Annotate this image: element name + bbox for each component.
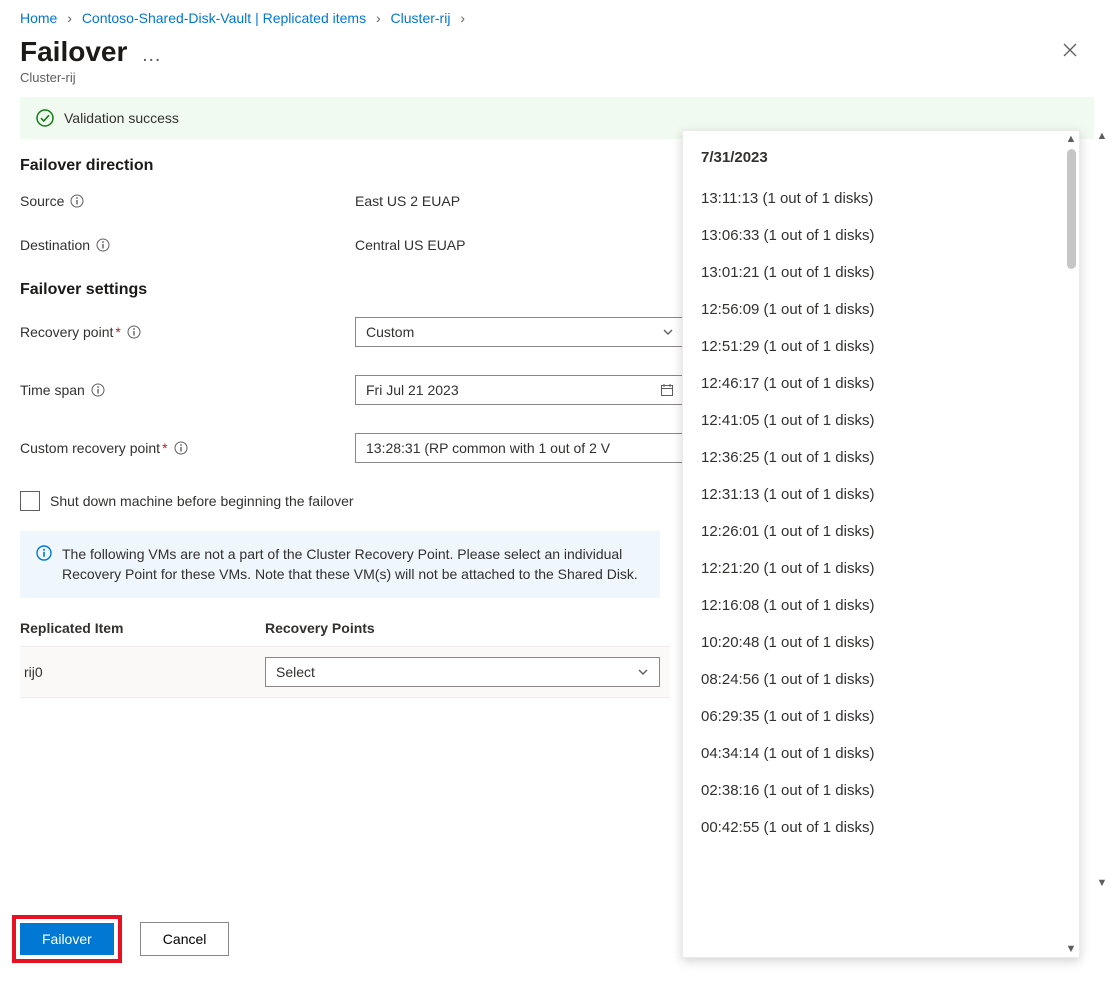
- breadcrumb-sep: ›: [376, 10, 381, 26]
- dropdown-item[interactable]: 00:42:55 (1 out of 1 disks): [701, 809, 1073, 846]
- info-icon[interactable]: [96, 238, 110, 252]
- dropdown-item[interactable]: 12:31:13 (1 out of 1 disks): [701, 476, 1073, 513]
- time-span-label: Time span: [20, 382, 85, 398]
- chevron-down-icon: [662, 326, 674, 338]
- close-button[interactable]: [1052, 36, 1088, 64]
- failover-button[interactable]: Failover: [20, 923, 114, 955]
- dropdown-item[interactable]: 04:34:14 (1 out of 1 disks): [701, 735, 1073, 772]
- scroll-down-icon[interactable]: ▼: [1066, 943, 1077, 955]
- dropdown-item[interactable]: 12:36:25 (1 out of 1 disks): [701, 439, 1073, 476]
- dropdown-item[interactable]: 10:20:48 (1 out of 1 disks): [701, 624, 1073, 661]
- info-icon[interactable]: [91, 383, 105, 397]
- custom-recovery-point-value: 13:28:31 (RP common with 1 out of 2 V: [366, 440, 610, 456]
- breadcrumb-home[interactable]: Home: [20, 10, 57, 26]
- dropdown-item[interactable]: 12:41:05 (1 out of 1 disks): [701, 402, 1073, 439]
- dropdown-list: 13:11:13 (1 out of 1 disks) 13:06:33 (1 …: [683, 180, 1079, 846]
- dropdown-item[interactable]: 06:29:35 (1 out of 1 disks): [701, 698, 1073, 735]
- dropdown-item[interactable]: 13:06:33 (1 out of 1 disks): [701, 217, 1073, 254]
- shutdown-label: Shut down machine before beginning the f…: [50, 493, 354, 509]
- custom-recovery-point-label: Custom recovery point: [20, 440, 160, 456]
- destination-value: Central US EUAP: [355, 237, 465, 253]
- close-icon: [1062, 42, 1078, 58]
- dropdown-item[interactable]: 12:51:29 (1 out of 1 disks): [701, 328, 1073, 365]
- check-circle-icon: [36, 109, 54, 127]
- required-indicator: *: [115, 324, 120, 340]
- dropdown-item[interactable]: 13:11:13 (1 out of 1 disks): [701, 180, 1073, 217]
- panel-scrollbar[interactable]: ▲ ▼: [1094, 130, 1110, 889]
- scroll-down-icon[interactable]: ▼: [1097, 877, 1108, 889]
- breadcrumb: Home › Contoso-Shared-Disk-Vault | Repli…: [0, 0, 1114, 32]
- dropdown-item[interactable]: 08:24:56 (1 out of 1 disks): [701, 661, 1073, 698]
- source-label: Source: [20, 193, 64, 209]
- breadcrumb-sep: ›: [460, 10, 465, 26]
- info-icon[interactable]: [127, 325, 141, 339]
- table-row: rij0 Select: [20, 646, 670, 698]
- page-title: Failover: [20, 36, 127, 68]
- chevron-down-icon: [637, 666, 649, 678]
- custom-recovery-point-select[interactable]: 13:28:31 (RP common with 1 out of 2 V: [355, 433, 685, 463]
- recovery-point-dropdown[interactable]: 7/31/2023 13:11:13 (1 out of 1 disks) 13…: [682, 130, 1080, 958]
- breadcrumb-sep: ›: [67, 10, 72, 26]
- dropdown-scrollbar[interactable]: ▲ ▼: [1063, 131, 1079, 957]
- info-circle-icon: [36, 545, 52, 584]
- info-icon[interactable]: [70, 194, 84, 208]
- info-banner: The following VMs are not a part of the …: [20, 531, 660, 598]
- cancel-button[interactable]: Cancel: [140, 922, 230, 956]
- info-banner-text: The following VMs are not a part of the …: [62, 545, 644, 584]
- dropdown-item[interactable]: 12:56:09 (1 out of 1 disks): [701, 291, 1073, 328]
- page-subtitle: Cluster-rij: [0, 68, 1114, 97]
- failover-button-highlight: Failover: [12, 915, 122, 963]
- validation-success-text: Validation success: [64, 110, 179, 126]
- replicated-items-table: Replicated Item Recovery Points rij0 Sel…: [20, 620, 670, 698]
- more-actions-button[interactable]: …: [141, 44, 162, 66]
- dropdown-item[interactable]: 12:46:17 (1 out of 1 disks): [701, 365, 1073, 402]
- recovery-point-row-select[interactable]: Select: [265, 657, 660, 687]
- calendar-icon: [660, 383, 674, 397]
- source-value: East US 2 EUAP: [355, 193, 460, 209]
- recovery-point-value: Custom: [366, 324, 414, 340]
- breadcrumb-cluster[interactable]: Cluster-rij: [391, 10, 451, 26]
- recovery-point-row-value: Select: [276, 664, 315, 680]
- table-header-recovery-points: Recovery Points: [265, 620, 670, 636]
- scroll-up-icon[interactable]: ▲: [1066, 133, 1077, 145]
- scroll-thumb[interactable]: [1067, 149, 1076, 269]
- required-indicator: *: [162, 440, 167, 456]
- shutdown-checkbox[interactable]: [20, 491, 40, 511]
- dropdown-item[interactable]: 12:16:08 (1 out of 1 disks): [701, 587, 1073, 624]
- recovery-point-label: Recovery point: [20, 324, 113, 340]
- recovery-point-select[interactable]: Custom: [355, 317, 685, 347]
- table-cell-item-name: rij0: [20, 664, 265, 680]
- scroll-up-icon[interactable]: ▲: [1097, 130, 1108, 142]
- breadcrumb-vault[interactable]: Contoso-Shared-Disk-Vault | Replicated i…: [82, 10, 366, 26]
- table-header-item: Replicated Item: [20, 620, 265, 636]
- dropdown-item[interactable]: 12:26:01 (1 out of 1 disks): [701, 513, 1073, 550]
- dropdown-item[interactable]: 13:01:21 (1 out of 1 disks): [701, 254, 1073, 291]
- dropdown-date-header: 7/31/2023: [683, 145, 1079, 180]
- destination-label: Destination: [20, 237, 90, 253]
- dropdown-item[interactable]: 12:21:20 (1 out of 1 disks): [701, 550, 1073, 587]
- dropdown-item[interactable]: 02:38:16 (1 out of 1 disks): [701, 772, 1073, 809]
- time-span-datepicker[interactable]: Fri Jul 21 2023: [355, 375, 685, 405]
- info-icon[interactable]: [174, 441, 188, 455]
- time-span-value: Fri Jul 21 2023: [366, 382, 459, 398]
